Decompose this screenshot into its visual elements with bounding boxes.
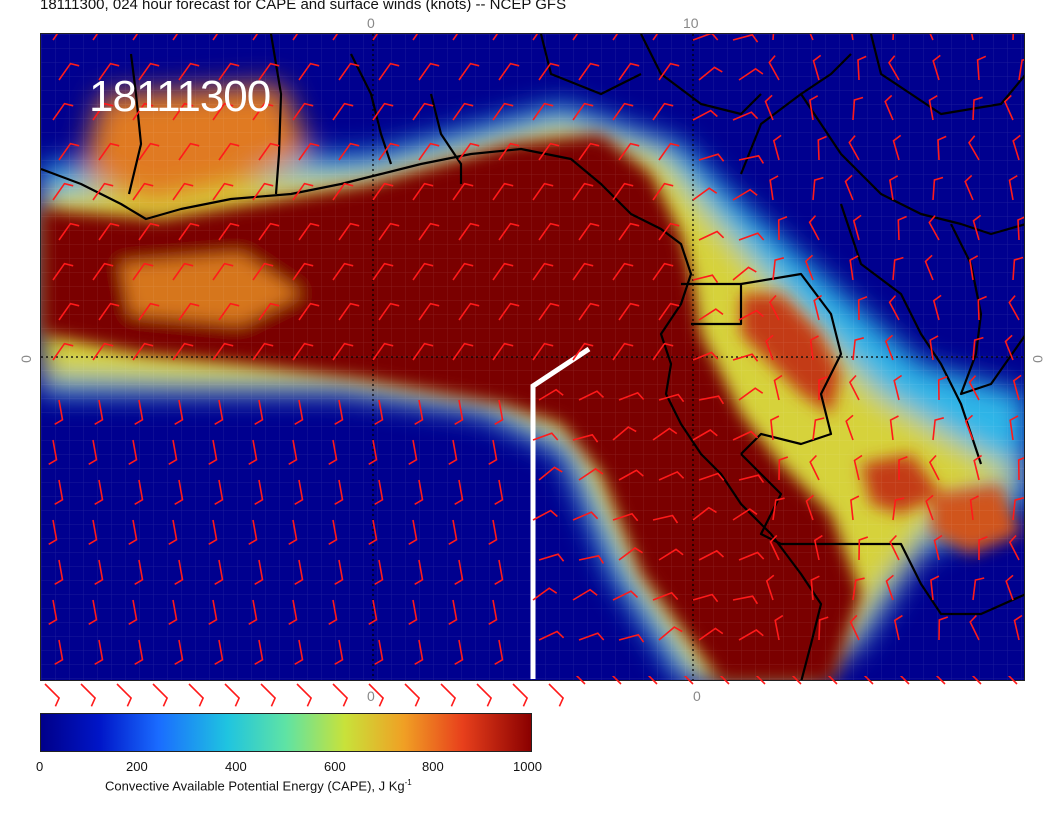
wind-barb	[1007, 676, 1018, 685]
map-canvas	[41, 34, 1024, 680]
top-tick-right: 10	[683, 15, 699, 31]
wind-barb	[296, 683, 313, 707]
wind-barb	[404, 683, 421, 707]
wind-barb	[440, 683, 457, 707]
right-tick: 0	[1029, 355, 1046, 363]
colorbar-tick-200: 200	[126, 759, 148, 774]
wind-barb	[863, 676, 874, 685]
wind-barbs-bottom	[44, 676, 1018, 707]
wind-barb	[611, 676, 622, 685]
colorbar	[40, 713, 532, 752]
colorbar-tick-800: 800	[422, 759, 444, 774]
wind-barb	[476, 683, 493, 707]
wind-barb	[368, 683, 385, 707]
colorbar-tick-1000: 1000	[513, 759, 542, 774]
wind-barb	[647, 676, 658, 685]
wind-barb	[332, 683, 349, 707]
wind-barb	[44, 683, 61, 707]
wind-barb	[791, 676, 802, 685]
wind-barb	[755, 676, 766, 685]
wind-barb	[683, 676, 694, 685]
top-tick-left: 0	[367, 15, 375, 31]
wind-barb	[224, 683, 241, 707]
cape-map: 18111300	[40, 33, 1025, 681]
wind-barb	[548, 683, 565, 707]
colorbar-tick-0: 0	[36, 759, 44, 774]
wind-barb	[575, 676, 586, 685]
map-title: 18111300, 024 hour forecast for CAPE and…	[40, 0, 567, 13]
wind-barb	[827, 676, 838, 685]
wind-barb	[971, 676, 982, 685]
wind-barb	[188, 683, 205, 707]
wind-barb	[80, 683, 97, 707]
wind-barb	[116, 683, 133, 707]
wind-barb	[152, 683, 169, 707]
left-tick: 0	[17, 355, 34, 363]
wind-barb	[260, 683, 277, 707]
colorbar-tick-600: 600	[324, 759, 346, 774]
colorbar-title: Convective Available Potential Energy (C…	[105, 778, 412, 794]
colorbar-tick-400: 400	[225, 759, 247, 774]
date-stamp: 18111300	[89, 72, 271, 121]
wind-barb	[899, 676, 910, 685]
wind-barb	[935, 676, 946, 685]
wind-barb	[719, 676, 730, 685]
wind-barb	[512, 683, 529, 707]
